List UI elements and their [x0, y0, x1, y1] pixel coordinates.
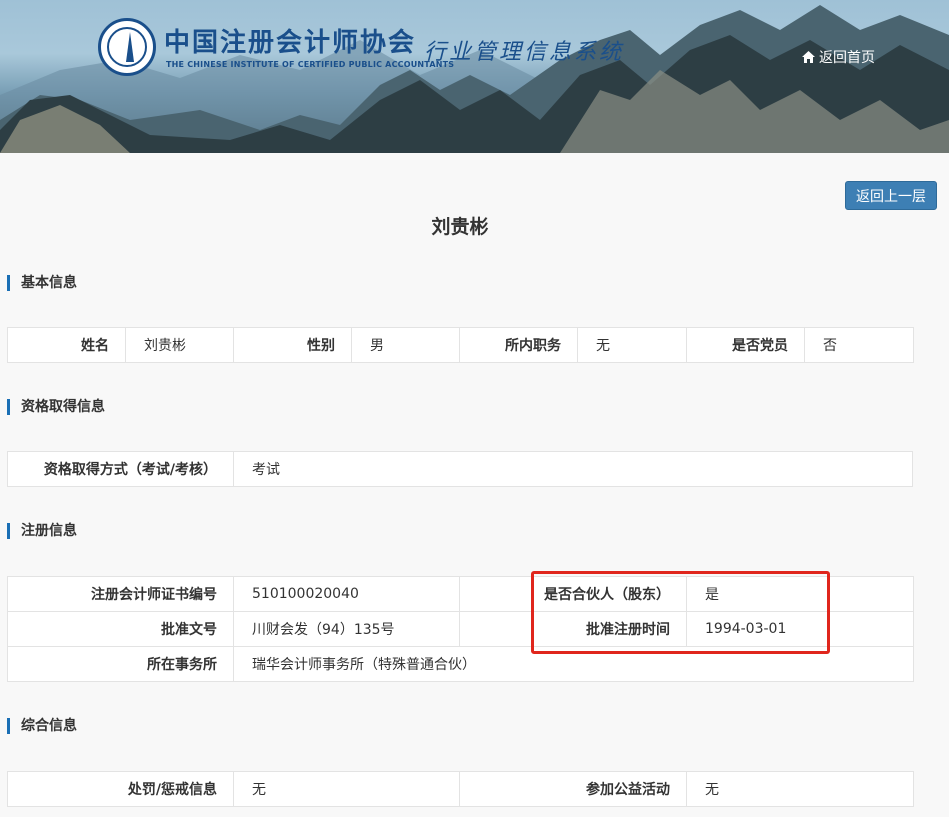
table-row: 批准文号 川财会发（94）135号 批准注册时间 1994-03-01 [7, 611, 914, 647]
header-banner: 中国注册会计师协会 THE CHINESE INSTITUTE OF CERTI… [0, 0, 949, 153]
section-title-registration: 注册信息 [7, 523, 77, 539]
approval-doc-value: 川财会发（94）135号 [233, 611, 460, 647]
table-row: 所在事务所 瑞华会计师事务所（特殊普通合伙） [7, 646, 914, 682]
qualification-method-value: 考试 [233, 451, 913, 487]
qualification-table: 资格取得方式（考试/考核） 考试 [7, 451, 913, 487]
cert-number-label: 注册会计师证书编号 [7, 576, 234, 612]
comprehensive-table: 处罚/惩戒信息 无 参加公益活动 无 [7, 771, 914, 807]
firm-label: 所在事务所 [7, 646, 234, 682]
approval-doc-label: 批准文号 [7, 611, 234, 647]
home-link-label: 返回首页 [819, 50, 875, 66]
section-title-basic: 基本信息 [7, 275, 77, 291]
table-row: 处罚/惩戒信息 无 参加公益活动 无 [7, 771, 914, 807]
qualification-method-label: 资格取得方式（考试/考核） [7, 451, 234, 487]
penalty-label: 处罚/惩戒信息 [7, 771, 234, 807]
cert-number-value: 510100020040 [233, 576, 460, 612]
home-link[interactable]: 返回首页 [802, 47, 875, 67]
approval-date-label: 批准注册时间 [459, 611, 687, 647]
table-row: 姓名 刘贵彬 性别 男 所内职务 无 是否党员 否 [7, 327, 914, 363]
penalty-value: 无 [233, 771, 460, 807]
partner-value: 是 [686, 576, 914, 612]
registration-table: 注册会计师证书编号 510100020040 是否合伙人（股东） 是 批准文号 … [7, 576, 914, 682]
party-label: 是否党员 [686, 327, 805, 363]
position-label: 所内职务 [459, 327, 578, 363]
home-icon [802, 51, 815, 63]
section-title-comprehensive: 综合信息 [7, 718, 77, 734]
approval-date-value: 1994-03-01 [686, 611, 914, 647]
name-label: 姓名 [7, 327, 126, 363]
firm-value: 瑞华会计师事务所（特殊普通合伙） [233, 646, 914, 682]
org-name-en: THE CHINESE INSTITUTE OF CERTIFIED PUBLI… [166, 60, 455, 69]
table-row: 资格取得方式（考试/考核） 考试 [7, 451, 913, 487]
cicpa-logo [98, 18, 156, 76]
org-name-cn: 中国注册会计师协会 [164, 28, 417, 58]
system-title: 行业管理信息系统 [424, 40, 625, 65]
back-button[interactable]: 返回上一层 [845, 181, 937, 210]
party-value: 否 [804, 327, 914, 363]
gender-value: 男 [351, 327, 460, 363]
page-title: 刘贵彬 [431, 216, 489, 238]
basic-info-table: 姓名 刘贵彬 性别 男 所内职务 无 是否党员 否 [7, 327, 914, 363]
gender-label: 性别 [233, 327, 352, 363]
partner-label: 是否合伙人（股东） [459, 576, 687, 612]
section-title-qualification: 资格取得信息 [7, 399, 105, 415]
table-row: 注册会计师证书编号 510100020040 是否合伙人（股东） 是 [7, 576, 914, 612]
charity-value: 无 [686, 771, 914, 807]
position-value: 无 [577, 327, 687, 363]
charity-label: 参加公益活动 [459, 771, 687, 807]
name-value: 刘贵彬 [125, 327, 234, 363]
